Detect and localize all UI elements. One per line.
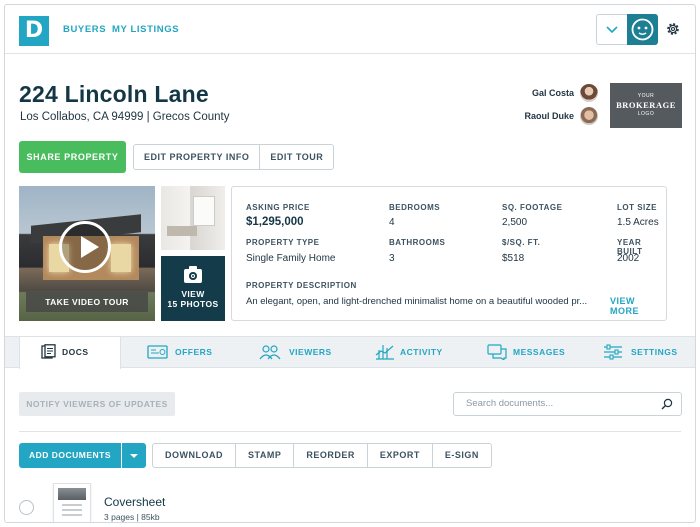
property-description: An elegant, open, and light-drenched min… (246, 296, 588, 307)
tab-settings-label: SETTINGS (631, 347, 678, 357)
view-photos-button[interactable]: VIEW 15 PHOTOS (161, 256, 225, 321)
tab-activity[interactable]: ACTIVITY (375, 337, 475, 368)
year-built-value: 2002 (617, 253, 640, 264)
tab-offers[interactable]: OFFERS (145, 337, 245, 368)
share-property-button[interactable]: SHARE PROPERTY (19, 141, 126, 173)
tab-docs[interactable]: DOCS (19, 337, 121, 369)
avatar-face-icon (631, 18, 654, 41)
view-photos-label: VIEW 15 PHOTOS (161, 289, 225, 309)
tab-bar: DOCS OFFERS VIEWERS ACTIVITY MESSAGES SE… (5, 336, 695, 369)
reorder-button[interactable]: REORDER (294, 444, 368, 467)
play-icon[interactable] (59, 221, 111, 273)
document-thumbnail-line (62, 509, 82, 511)
asking-price-value: $1,295,000 (246, 216, 304, 228)
bathrooms-value: 3 (389, 253, 395, 264)
gear-icon[interactable] (665, 21, 681, 37)
viewers-icon (259, 345, 281, 360)
add-documents-dropdown[interactable] (122, 443, 146, 468)
tab-docs-label: DOCS (62, 347, 89, 357)
lot-size-value: 1.5 Acres (617, 217, 659, 228)
document-meta: 3 pages | 85kb (104, 512, 160, 522)
brokerage-logo: YOUR BROKERAGE LOGO (610, 83, 682, 128)
edit-button-group: EDIT PROPERTY INFO EDIT TOUR (133, 144, 335, 170)
document-name[interactable]: Coversheet (104, 495, 165, 509)
take-video-tour-label[interactable]: TAKE VIDEO TOUR (26, 292, 148, 312)
document-actions-group: DOWNLOAD STAMP REORDER EXPORT E-SIGN (152, 443, 492, 468)
document-thumbnail-image (58, 488, 86, 500)
bedrooms-label: BEDROOMS (389, 203, 441, 212)
view-more-link[interactable]: VIEW MORE (610, 296, 666, 316)
view-photos-line2: 15 PHOTOS (167, 299, 219, 309)
interior-table-image (167, 226, 197, 236)
sq-footage-label: SQ. FOOTAGE (502, 203, 563, 212)
search-documents-input[interactable]: Search documents... (453, 392, 682, 416)
asking-price-label: ASKING PRICE (246, 203, 310, 212)
top-nav: D BUYERS MY LISTINGS (5, 5, 695, 54)
property-type-label: PROPERTY TYPE (246, 238, 320, 247)
bathrooms-label: BATHROOMS (389, 238, 446, 247)
stamp-button[interactable]: STAMP (236, 444, 295, 467)
tab-activity-label: ACTIVITY (400, 347, 443, 357)
messages-icon (487, 344, 507, 360)
tab-offers-label: OFFERS (175, 347, 213, 357)
brokerage-logo-text: LOGO (637, 111, 655, 117)
e-sign-button[interactable]: E-SIGN (433, 444, 491, 467)
user-avatar-button[interactable] (627, 14, 658, 45)
document-thumbnail-line (62, 504, 82, 506)
document-select-radio[interactable] (19, 500, 34, 515)
agent-avatar[interactable] (580, 84, 598, 102)
interior-window-image (193, 196, 215, 226)
price-per-sqft-label: $/SQ. FT. (502, 238, 541, 247)
house-image-window (111, 244, 131, 272)
camera-icon (184, 266, 202, 283)
chevron-down-icon (606, 26, 618, 34)
tab-settings[interactable]: SETTINGS (603, 337, 695, 368)
brokerage-logo-text: YOUR (637, 93, 655, 99)
sq-footage-value: 2,500 (502, 217, 528, 228)
property-title: 224 Lincoln Lane (19, 81, 209, 107)
edit-property-info-button[interactable]: EDIT PROPERTY INFO (134, 145, 261, 169)
price-per-sqft-value: $518 (502, 253, 525, 264)
agent-avatar[interactable] (580, 107, 598, 125)
nav-my-listings-link[interactable]: MY LISTINGS (112, 24, 179, 35)
notify-viewers-button[interactable]: NOTIFY VIEWERS OF UPDATES (19, 392, 175, 416)
tab-messages-label: MESSAGES (513, 347, 566, 357)
document-thumbnail[interactable] (53, 483, 91, 522)
app-logo[interactable]: D (19, 16, 49, 46)
interior-photo-thumbnail[interactable] (161, 186, 225, 250)
property-details-card: ASKING PRICE $1,295,000 BEDROOMS 4 SQ. F… (231, 186, 667, 321)
edit-tour-button[interactable]: EDIT TOUR (260, 145, 333, 169)
add-documents-button[interactable]: ADD DOCUMENTS (19, 443, 121, 468)
export-button[interactable]: EXPORT (368, 444, 433, 467)
docs-icon (41, 344, 56, 359)
description-label: PROPERTY DESCRIPTION (246, 281, 357, 290)
property-address: Los Collabos, CA 94999 | Grecos County (20, 111, 230, 123)
view-photos-line1: VIEW (181, 289, 205, 299)
tab-messages[interactable]: MESSAGES (487, 337, 587, 368)
settings-sliders-icon (604, 344, 622, 360)
app-window: D BUYERS MY LISTINGS 224 Lincoln Lane Lo… (4, 4, 696, 523)
nav-buyers-link[interactable]: BUYERS (63, 24, 106, 35)
agent-name: Raoul Duke (524, 111, 574, 121)
divider (19, 431, 681, 432)
tab-viewers-label: VIEWERS (289, 347, 332, 357)
download-button[interactable]: DOWNLOAD (153, 444, 236, 467)
agent-name: Gal Costa (531, 88, 574, 98)
offers-icon (147, 345, 168, 359)
video-tour-thumbnail[interactable]: TAKE VIDEO TOUR (19, 186, 155, 321)
property-type-value: Single Family Home (246, 253, 336, 264)
bedrooms-value: 4 (389, 217, 395, 228)
account-dropdown-button[interactable] (596, 14, 628, 45)
search-icon[interactable] (661, 398, 673, 410)
brokerage-logo-text: BROKERAGE (616, 100, 676, 110)
activity-icon (375, 345, 394, 360)
lot-size-label: LOT SIZE (617, 203, 657, 212)
tab-viewers[interactable]: VIEWERS (259, 337, 359, 368)
document-thumbnail-line (62, 514, 82, 516)
